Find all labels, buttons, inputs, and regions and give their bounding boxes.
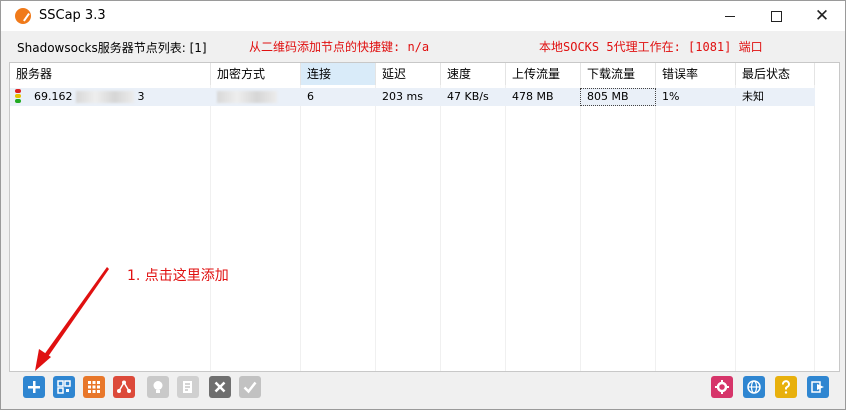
column-header-last-status[interactable]: 最后状态 — [736, 63, 815, 85]
cell-latency: 203 ms — [382, 90, 423, 103]
qr-hotkey-hint: 从二维码添加节点的快捷键: n/a — [249, 40, 430, 54]
bottom-toolbar — [1, 373, 845, 403]
column-header-connections[interactable]: 连接 — [301, 63, 376, 85]
info-bar: Shadowsocks服务器节点列表: [1] 从二维码添加节点的快捷键: n/… — [1, 31, 845, 61]
qr-code-icon — [57, 380, 71, 394]
column-divider — [375, 85, 376, 371]
delete-icon — [214, 381, 226, 393]
column-header-latency[interactable]: 延迟 — [376, 63, 441, 85]
minimize-icon — [725, 15, 735, 17]
help-button[interactable] — [775, 376, 797, 398]
table-header: 服务器 加密方式 连接 延迟 速度 上传流量 下载流量 错误率 最后状态 — [10, 63, 839, 85]
share-button[interactable] — [113, 376, 135, 398]
column-divider — [655, 85, 656, 371]
share-icon — [117, 380, 131, 393]
column-header-download[interactable]: 下载流量 — [581, 63, 656, 85]
column-divider — [735, 85, 736, 371]
column-header-upload[interactable]: 上传流量 — [506, 63, 581, 85]
add-server-button[interactable] — [23, 376, 45, 398]
add-icon — [28, 381, 40, 393]
grid-icon — [88, 381, 100, 393]
sscap-logo-icon — [15, 8, 31, 24]
check-icon — [243, 381, 257, 394]
cell-download: 805 MB — [580, 88, 656, 106]
column-header-error-rate[interactable]: 错误率 — [656, 63, 736, 85]
server-list[interactable]: 服务器 加密方式 连接 延迟 速度 上传流量 下载流量 错误率 最后状态 69.… — [9, 62, 840, 372]
close-button[interactable]: ✕ — [799, 1, 845, 31]
cell-error-rate: 1% — [662, 90, 680, 103]
settings-button[interactable] — [711, 376, 733, 398]
tips-button[interactable] — [147, 376, 169, 398]
redacted-ip-blur — [76, 91, 134, 103]
edit-icon — [183, 381, 192, 393]
server-address-suffix: 3 — [137, 90, 145, 103]
column-divider — [814, 85, 815, 371]
cell-upload: 478 MB — [512, 90, 554, 103]
delete-server-button[interactable] — [209, 376, 231, 398]
annotation-text: 1. 点击这里添加 — [127, 268, 229, 284]
exit-button[interactable] — [807, 376, 829, 398]
column-divider — [300, 85, 301, 371]
lightbulb-icon — [153, 381, 163, 393]
window-title: SSCap 3.3 — [39, 8, 106, 23]
column-divider — [505, 85, 506, 371]
global-mode-button[interactable] — [743, 376, 765, 398]
cell-encryption — [211, 88, 301, 106]
add-from-qr-button[interactable] — [53, 376, 75, 398]
cell-speed: 47 KB/s — [447, 90, 489, 103]
column-header-encryption[interactable]: 加密方式 — [211, 63, 301, 85]
annotation-arrow — [35, 267, 109, 371]
close-icon: ✕ — [814, 6, 830, 26]
cell-server: 69.162 3 — [10, 88, 211, 106]
help-icon — [782, 380, 790, 394]
globe-icon — [747, 380, 761, 394]
column-divider — [210, 85, 211, 371]
cell-last-status: 未知 — [742, 90, 764, 103]
column-divider — [580, 85, 581, 371]
column-header-server[interactable]: 服务器 — [10, 63, 211, 85]
traffic-light-icon — [14, 89, 23, 105]
table-row[interactable]: 69.162 3 6 203 ms 47 KB/s 478 MB 805 MB … — [10, 88, 815, 106]
maximize-button[interactable] — [753, 1, 799, 31]
title-bar[interactable]: SSCap 3.3 ✕ — [1, 1, 845, 31]
app-window: SSCap 3.3 ✕ Shadowsocks服务器节点列表: [1] 从二维码… — [0, 0, 846, 410]
cell-connections: 6 — [307, 90, 314, 103]
column-divider — [440, 85, 441, 371]
server-list-label: Shadowsocks服务器节点列表: [1] — [17, 41, 207, 55]
server-grid-button[interactable] — [83, 376, 105, 398]
column-header-speed[interactable]: 速度 — [441, 63, 506, 85]
server-address: 69.162 — [34, 90, 73, 103]
maximize-icon — [770, 10, 782, 22]
exit-icon — [811, 381, 824, 393]
minimize-button[interactable] — [707, 1, 753, 31]
local-proxy-info: 本地SOCKS 5代理工作在: [1081] 端口 — [539, 40, 763, 54]
edit-server-button[interactable] — [177, 376, 199, 398]
confirm-button[interactable] — [239, 376, 261, 398]
settings-icon — [715, 380, 729, 394]
redacted-encryption-blur — [217, 91, 277, 103]
